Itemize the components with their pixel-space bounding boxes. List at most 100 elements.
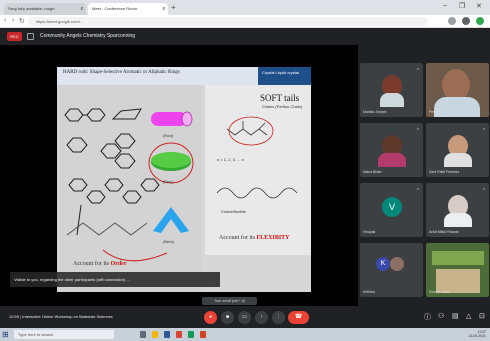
meet-control-bar: Turn on/off (ctrl + d) 10:55 | Interacti… [0,297,490,328]
avatar-shoulders [434,97,480,117]
end-call-button[interactable]: ☎ [288,311,309,324]
slide-header: HARD rods: Shape-Selective Aromatic or A… [57,67,311,85]
tab-1-title: Sexy fully available, rough [8,6,55,11]
participant-tile[interactable]: K Krithika [360,243,423,297]
screen: Sexy fully available, rough x Meet - Con… [0,0,490,341]
maximize-icon[interactable]: ❐ [459,2,465,10]
present-button[interactable]: ↑ [255,311,268,324]
more-icon: ⋮ [276,314,281,320]
order-note: Account for its Order [73,261,127,267]
participant-name: Screen share [429,290,450,294]
browser-tab-strip: Sexy fully available, rough x Meet - Con… [0,0,490,15]
mic-off-icon: ⌀ [416,186,419,191]
taskbar-clock[interactable]: 11:57 14-09-2021 [456,330,486,338]
minimize-icon[interactable]: – [443,2,447,9]
participant-name: Mahika Joseph [363,110,387,114]
order-prefix: Account for its [73,261,111,267]
more-options-button[interactable]: ⋮ [272,311,285,324]
participant-tile[interactable]: ⌀ Naina Bhatt [360,123,423,177]
clock-date: 14-09-2021 [468,334,486,338]
soft-tails-panel: SOFT tails Chains (Perfluo Chain) n = 1,… [205,85,311,255]
avatar [390,257,404,271]
presentation-icon [27,33,34,40]
back-icon[interactable]: ‹ [4,17,6,24]
slide-blue-label: Crystal Liquid crystal [258,67,311,85]
flex-word: FLEXIBITY [256,235,290,241]
soft-chain-drawing [216,116,298,199]
new-tab-button[interactable]: + [171,3,176,12]
participant-tile[interactable]: ⌀ Ankit Mittal Rokade [426,183,489,237]
participant-name: Zara Patel Fareeda [429,170,460,174]
flex-prefix: Account for its [219,235,257,241]
coiled-label: Coiled/flexible [221,209,246,214]
disc-label: (Disc) [163,179,174,184]
avatar-initial: V [382,197,402,217]
avatar-shoulders [380,93,404,107]
participant-tile[interactable]: ⌀ Zara Patel Fareeda [426,123,489,177]
mic-off-icon: ⌀ [416,126,419,131]
lock-icon[interactable]: ⊡ [479,312,485,320]
screen-banner [432,251,484,265]
captions-icon: ▭ [242,314,247,320]
browser-tab-1[interactable]: Sexy fully available, rough x [4,3,86,15]
tab-2-close-icon[interactable]: x [163,6,166,12]
flexibility-note: Account for its FLEXIBITY [219,235,290,241]
mic-off-icon: ⌀ [482,186,485,191]
participant-grid: ⌀ Mahika Joseph Presenter ⌀ Naina Bhatt … [358,45,490,306]
profile-icon[interactable] [462,17,470,25]
camera-icon: ■ [225,314,230,320]
hard-rods-panel: (Rod) (Disc) (Bent) Account for its Orde… [57,85,202,292]
participant-tile-presenter[interactable]: Presenter [426,63,489,117]
extension-icon[interactable] [448,17,456,25]
connection-caption: Visible to you, regarding the other part… [10,272,220,287]
avatar-shoulders [444,153,472,167]
rod-label: (Rod) [163,133,174,138]
hangup-icon: ☎ [294,314,303,320]
task-view-icon[interactable] [140,331,146,338]
browser-tab-2[interactable]: Meet - Conference Room x [88,3,168,15]
participant-tile-screen[interactable]: Screen share [426,243,489,297]
avatar-shoulders [444,213,472,227]
participant-name: Presenter [429,110,445,114]
participant-tile[interactable]: ⌀ V Vinayak [360,183,423,237]
windows-taskbar: ⊞ Type here to search 11:57 14-09-2021 [0,328,490,341]
meet-app-icon[interactable] [188,331,194,338]
captions-button[interactable]: ▭ [238,311,251,324]
camera-tooltip: Turn on/off (ctrl + d) [202,297,257,305]
mic-off-icon: ● [208,314,213,320]
mic-off-icon: ⌀ [416,66,419,71]
participant-name: Ankit Mittal Rokade [429,230,460,234]
mic-button[interactable]: ● [204,311,217,324]
avatar-shoulders [378,153,406,167]
chrome-icon[interactable] [176,331,182,338]
menu-icon[interactable] [476,17,484,25]
close-window-icon[interactable]: ✕ [476,2,482,10]
chat-icon[interactable]: ▤ [452,312,459,320]
windows-start-icon[interactable]: ⊞ [2,330,9,339]
camera-button[interactable]: ■ [221,311,234,324]
people-icon[interactable]: ⚇ [438,312,444,320]
forward-icon[interactable]: › [12,17,14,24]
presenter-line: Community Angels Chemistry Sparconning [40,33,136,39]
meeting-info: 10:55 | Interactive Online Workshop on M… [9,314,113,319]
powerpoint-icon[interactable] [200,331,206,338]
meet-presenting-bar: REC Community Angels Chemistry Sparconni… [0,28,490,45]
tab-2-title: Meet - Conference Room [92,6,137,11]
avatar-initial: K [376,257,390,271]
info-icon[interactable]: ⓘ [424,312,431,322]
word-icon[interactable] [164,331,170,338]
bent-shape [153,207,189,233]
tab-1-close-icon[interactable]: x [81,6,84,12]
participant-tile[interactable]: ⌀ Mahika Joseph [360,63,423,117]
reload-icon[interactable]: ↻ [19,17,25,25]
url-field[interactable]: https://meet.google.com/... [28,17,428,26]
order-word: Order [110,261,127,267]
participant-name: Vinayak [363,230,376,234]
taskbar-search[interactable]: Type here to search [14,330,114,339]
chain-formula: n = 1, 2, 3, ... n [217,157,244,162]
activities-icon[interactable]: △ [466,312,471,320]
rod-shape [151,111,193,127]
present-icon: ↑ [260,314,263,320]
recording-badge: REC [7,32,22,41]
file-explorer-icon[interactable] [152,331,158,338]
